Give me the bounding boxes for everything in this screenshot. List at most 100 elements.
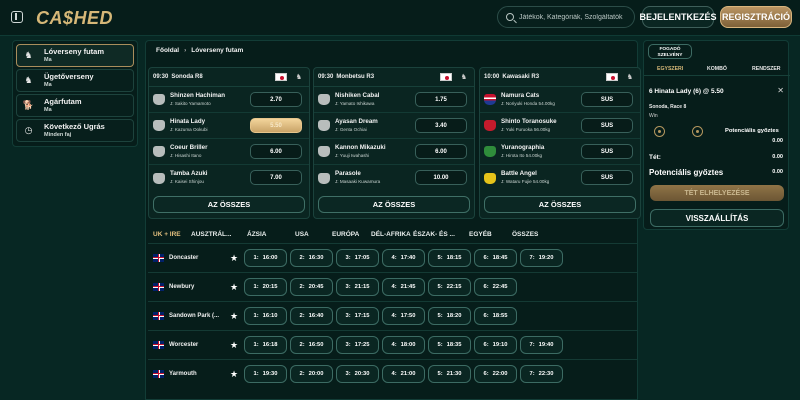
race-card-header[interactable]: 09:30 Sonoda R8 ♞ bbox=[149, 68, 309, 87]
uk-flag-stripe bbox=[158, 283, 159, 291]
register-button[interactable]: REGISZTRÁCIÓ bbox=[720, 6, 792, 28]
race-time-button[interactable]: 3: 20:30 bbox=[336, 365, 379, 383]
race-time-button[interactable]: 3: 17:25 bbox=[336, 336, 379, 354]
race-time-button[interactable]: 4: 17:50 bbox=[382, 307, 425, 325]
race-time-button[interactable]: 6: 22:00 bbox=[474, 365, 517, 383]
place-bet-button[interactable]: TÉT ELHELYEZÉSE bbox=[650, 185, 784, 201]
race-time-button[interactable]: 5: 22:15 bbox=[428, 278, 471, 296]
race-time-button[interactable]: 1: 20:15 bbox=[244, 278, 287, 296]
odds-button[interactable]: 6.00 bbox=[250, 144, 302, 159]
tab-europe[interactable]: EURÓPA bbox=[332, 231, 359, 238]
odds-button[interactable]: 1.75 bbox=[415, 92, 467, 107]
race-card-header[interactable]: 09:30 Monbetsu R3 ♞ bbox=[314, 68, 474, 87]
favorite-star-icon[interactable]: ★ bbox=[230, 340, 238, 351]
race-time-button[interactable]: 6: 18:55 bbox=[474, 307, 517, 325]
race-time-button[interactable]: 2: 16:50 bbox=[290, 336, 333, 354]
race-time-button[interactable]: 3: 17:05 bbox=[336, 249, 379, 267]
jockey-silk-icon bbox=[153, 172, 165, 184]
race-time-button[interactable]: 4: 17:40 bbox=[382, 249, 425, 267]
race-time-button[interactable]: 7: 19:40 bbox=[520, 336, 563, 354]
view-all-button[interactable]: AZ ÖSSZES bbox=[484, 196, 636, 213]
odds-button[interactable]: SUS bbox=[581, 92, 633, 107]
reset-button[interactable]: VISSZAÁLLÍTÁS bbox=[650, 209, 784, 227]
favorite-star-icon[interactable]: ★ bbox=[230, 369, 238, 380]
login-button[interactable]: BEJELENTKEZÉS bbox=[640, 6, 717, 28]
race-time-button[interactable]: 5: 18:35 bbox=[428, 336, 471, 354]
tab-other[interactable]: EGYÉB bbox=[469, 231, 492, 238]
race-time-button[interactable]: 6: 19:10 bbox=[474, 336, 517, 354]
track-name[interactable]: Newbury bbox=[169, 284, 194, 290]
tab-australia[interactable]: AUSZTRÁL... bbox=[191, 231, 231, 238]
track-name[interactable]: Sandown Park (... bbox=[169, 313, 219, 319]
race-cards: 09:30 Sonoda R8 ♞ Shinzen Hachiman J: Sak… bbox=[148, 67, 641, 219]
favorite-star-icon[interactable]: ★ bbox=[230, 311, 238, 322]
logo[interactable]: CA$HED bbox=[36, 8, 113, 29]
sidebar-item-harness[interactable]: ♞ Ügetőverseny Ma bbox=[16, 69, 134, 92]
view-all-button[interactable]: AZ ÖSSZES bbox=[318, 196, 470, 213]
odds-button-selected[interactable]: 5.50 bbox=[250, 118, 302, 133]
race-time-button[interactable]: 5: 18:15 bbox=[428, 249, 471, 267]
race-time-button[interactable]: 2: 20:00 bbox=[290, 365, 333, 383]
odds-button[interactable]: 10.00 bbox=[415, 170, 467, 185]
tab-single[interactable]: EGYSZERI bbox=[657, 66, 683, 72]
race-time-button[interactable]: 3: 17:15 bbox=[336, 307, 379, 325]
uk-flag-stripe bbox=[158, 341, 159, 349]
odds-button[interactable]: SUS bbox=[581, 144, 633, 159]
search-input[interactable] bbox=[519, 13, 631, 21]
odds-button[interactable]: 2.70 bbox=[250, 92, 302, 107]
stake-plus-icon[interactable] bbox=[692, 126, 703, 137]
track-name[interactable]: Yarmouth bbox=[169, 371, 197, 377]
favorite-star-icon[interactable]: ★ bbox=[230, 282, 238, 293]
race-time-button[interactable]: 1: 16:10 bbox=[244, 307, 287, 325]
track-name[interactable]: Worcester bbox=[169, 342, 198, 348]
race-time-button[interactable]: 1: 19:30 bbox=[244, 365, 287, 383]
race-time-button[interactable]: 7: 22:30 bbox=[520, 365, 563, 383]
bet-slip-label[interactable]: FOGADÓ SZELVÉNY bbox=[648, 44, 692, 59]
race-time-button[interactable]: 6: 18:45 bbox=[474, 249, 517, 267]
runner-row: Namura Cats J: Noriyuki Honda 54.00kg SUS bbox=[480, 87, 640, 113]
race-time-button[interactable]: 1: 16:00 bbox=[244, 249, 287, 267]
race-time-button[interactable]: 2: 16:30 bbox=[290, 249, 333, 267]
sidebar-item-horse-racing[interactable]: ♞ Lóverseny futam Ma bbox=[16, 44, 134, 67]
track-name[interactable]: Doncaster bbox=[169, 255, 198, 261]
tab-uk-ire[interactable]: UK + IRE bbox=[153, 231, 181, 238]
favorite-star-icon[interactable]: ★ bbox=[230, 253, 238, 264]
odds-button[interactable]: SUS bbox=[581, 118, 633, 133]
race-time-button[interactable]: 4: 21:00 bbox=[382, 365, 425, 383]
race-time-button[interactable]: 4: 18:00 bbox=[382, 336, 425, 354]
track-table: Doncaster ★ 1: 16:00 2: 16:30 3: 17:05 4: 17… bbox=[148, 243, 637, 388]
race-time-button[interactable]: 6: 22:45 bbox=[474, 278, 517, 296]
race-time-button[interactable]: 3: 21:15 bbox=[336, 278, 379, 296]
sidebar-item-next-jump[interactable]: ◷ Következő Ugrás Minden faj bbox=[16, 119, 134, 142]
stake-minus-icon[interactable] bbox=[654, 126, 665, 137]
odds-button[interactable]: SUS bbox=[581, 170, 633, 185]
race-time-button[interactable]: 4: 21:45 bbox=[382, 278, 425, 296]
odds-button[interactable]: 3.40 bbox=[415, 118, 467, 133]
odds-button[interactable]: 7.00 bbox=[250, 170, 302, 185]
race-time-button[interactable]: 7: 19:20 bbox=[520, 249, 563, 267]
sidebar-toggle-icon[interactable] bbox=[11, 11, 23, 23]
race-time-button[interactable]: 2: 16:40 bbox=[290, 307, 333, 325]
tab-all[interactable]: ÖSSZES bbox=[512, 231, 538, 238]
tab-south-africa[interactable]: DÉL-AFRIKA bbox=[371, 231, 411, 238]
odds-button[interactable]: 6.00 bbox=[415, 144, 467, 159]
sidebar-item-greyhound[interactable]: 🐕 Agárfutam Ma bbox=[16, 94, 134, 117]
tab-asia[interactable]: ÁZSIA bbox=[247, 231, 267, 238]
race-time-button[interactable]: 1: 16:18 bbox=[244, 336, 287, 354]
tab-combo[interactable]: KOMBÓ bbox=[707, 66, 727, 72]
tab-usa[interactable]: USA bbox=[295, 231, 309, 238]
breadcrumb-home[interactable]: Főoldal bbox=[156, 47, 179, 54]
tab-system[interactable]: RENDSZER bbox=[752, 66, 781, 72]
search-box[interactable] bbox=[497, 6, 635, 28]
race-card-header[interactable]: 10:00 Kawasaki R3 ♞ bbox=[480, 68, 640, 87]
runner-name: Coeur Briller bbox=[170, 143, 208, 151]
race-time-button[interactable]: 5: 21:30 bbox=[428, 365, 471, 383]
race-time-button[interactable]: 5: 18:20 bbox=[428, 307, 471, 325]
tab-north-america[interactable]: ÉSZAK- ÉS ... bbox=[413, 231, 455, 238]
race-time-button[interactable]: 2: 20:45 bbox=[290, 278, 333, 296]
view-all-button[interactable]: AZ ÖSSZES bbox=[153, 196, 305, 213]
race-start-time: 19:30 bbox=[262, 371, 278, 377]
track-row: Worcester ★ 1: 16:18 2: 16:50 3: 17:25 4: 18… bbox=[148, 330, 637, 359]
race-start-time: 17:40 bbox=[400, 255, 416, 261]
close-icon[interactable]: ✕ bbox=[777, 86, 784, 95]
